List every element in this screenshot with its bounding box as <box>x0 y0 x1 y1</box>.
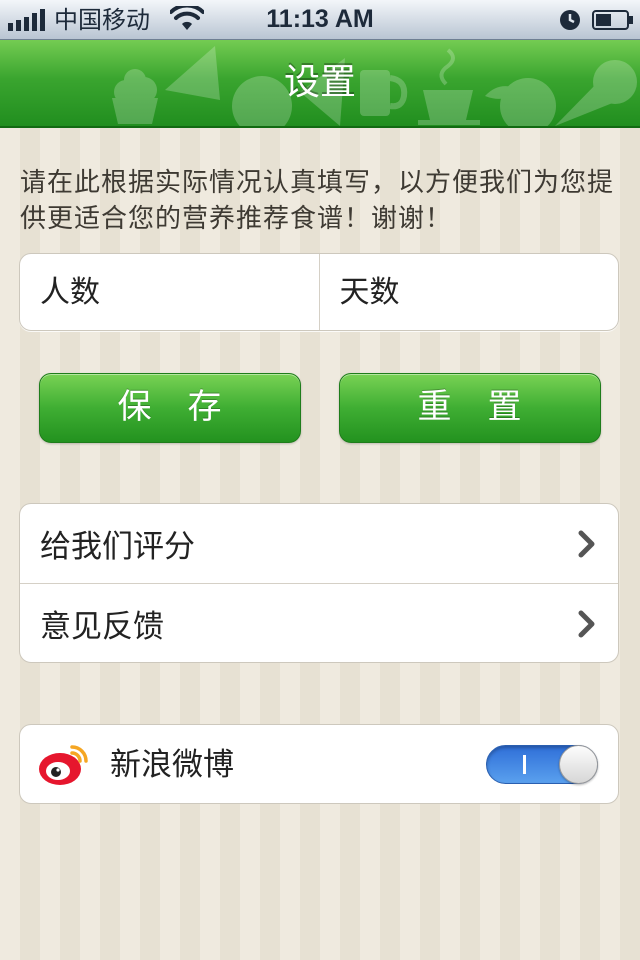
weibo-logo-icon <box>39 745 88 785</box>
status-bar: 中国移动 11:13 AM <box>0 0 640 40</box>
save-button[interactable]: 保 存 <box>39 373 301 443</box>
list-item-rate-us[interactable]: 给我们评分 <box>20 504 618 583</box>
intro-text: 请在此根据实际情况认真填写，以方便我们为您提供更适合您的营养推荐食谱！谢谢！ <box>20 168 615 234</box>
status-time: 11:13 AM <box>266 5 374 33</box>
toggle-knob[interactable] <box>559 745 598 784</box>
toggle-on-indicator <box>523 755 526 774</box>
people-cell <box>20 254 319 330</box>
feedback-label: 意见反馈 <box>40 608 164 645</box>
days-count-input[interactable] <box>337 273 612 311</box>
reset-button[interactable]: 重 置 <box>339 373 601 443</box>
alarm-clock-icon <box>560 10 580 30</box>
battery-icon <box>592 10 633 30</box>
weibo-toggle-switch[interactable] <box>486 745 598 784</box>
people-count-input[interactable] <box>38 273 312 311</box>
page-title: 设置 <box>283 62 356 103</box>
navigation-bar: 设置 <box>0 40 640 128</box>
input-group <box>19 253 619 331</box>
rate-us-label: 给我们评分 <box>40 529 195 565</box>
chevron-right-icon <box>578 610 595 638</box>
days-cell <box>318 254 619 330</box>
weibo-label: 新浪微博 <box>110 747 234 783</box>
weibo-setting-row: 新浪微博 <box>19 724 619 804</box>
chevron-right-icon <box>578 530 595 558</box>
menu-list: 给我们评分 意见反馈 <box>19 503 619 663</box>
list-item-feedback[interactable]: 意见反馈 <box>20 583 618 662</box>
